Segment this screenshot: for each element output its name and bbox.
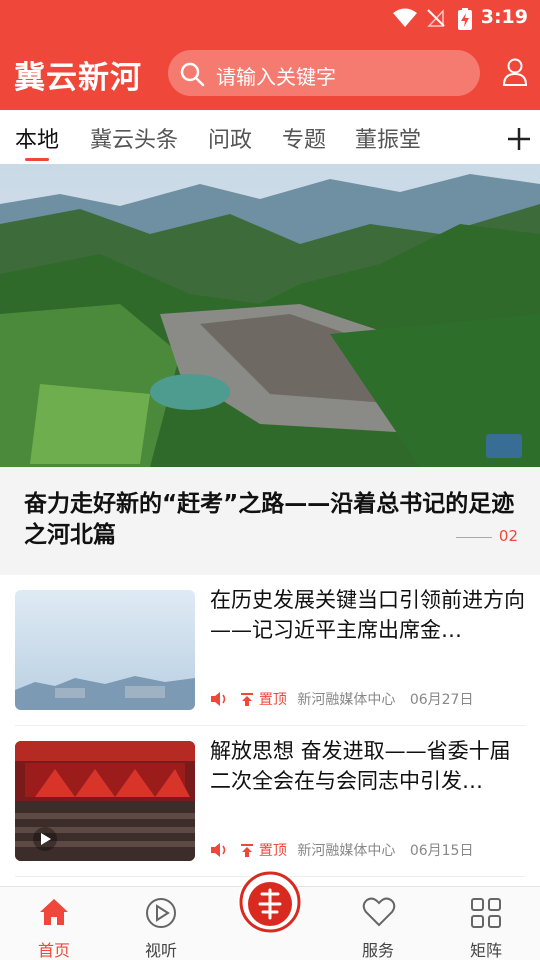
nav-home[interactable]: 首页 bbox=[14, 887, 94, 960]
news-source: 新河融媒体中心 bbox=[297, 843, 396, 859]
search-input[interactable]: 请输入关键字 bbox=[168, 50, 480, 96]
news-title: 解放思想 奋发进取——省委十届二次全会在与会同志中引发… bbox=[210, 739, 511, 793]
pinned-badge: 置顶 bbox=[240, 692, 291, 708]
pager-line bbox=[456, 537, 492, 538]
add-channel-icon[interactable] bbox=[506, 118, 532, 160]
news-thumbnail bbox=[15, 590, 195, 710]
news-meta: 置顶 新河融媒体中心 06月15日 bbox=[210, 840, 473, 862]
news-meta: 置顶 新河融媒体中心 06月27日 bbox=[210, 689, 473, 711]
news-date: 06月15日 bbox=[409, 843, 474, 859]
battery-charging-icon bbox=[458, 8, 472, 34]
tab-local[interactable]: 本地 bbox=[15, 122, 59, 154]
header-bar: 3:19 冀云新河 请输入关键字 bbox=[0, 0, 540, 110]
list-item[interactable]: 解放思想 奋发进取——省委十届二次全会在与会同志中引发… 置顶 新河融媒体中心 … bbox=[0, 726, 540, 877]
tab-inquiry[interactable]: 问政 bbox=[208, 122, 252, 154]
news-date: 06月27日 bbox=[409, 692, 474, 708]
hero-banner-image[interactable] bbox=[0, 164, 540, 467]
tab-topics[interactable]: 专题 bbox=[282, 122, 326, 154]
wifi-icon bbox=[393, 8, 417, 32]
status-time: 3:19 bbox=[480, 6, 528, 28]
speaker-icon[interactable] bbox=[210, 691, 228, 711]
xinhua-watermark-logo bbox=[486, 434, 522, 458]
search-icon bbox=[178, 60, 206, 92]
no-signal-icon bbox=[426, 8, 446, 32]
nav-video[interactable]: 视听 bbox=[121, 887, 201, 960]
channel-tabs: 本地 冀云头条 问政 专题 董振堂 bbox=[0, 110, 540, 164]
list-item[interactable]: 在历史发展关键当口引领前进方向——记习近平主席出席金… 置顶 新河融媒体中心 0… bbox=[0, 575, 540, 726]
home-icon bbox=[38, 897, 70, 931]
pinned-badge: 置顶 bbox=[240, 843, 291, 859]
user-profile-icon[interactable] bbox=[502, 58, 528, 90]
search-placeholder: 请输入关键字 bbox=[216, 65, 336, 89]
center-logo-button[interactable] bbox=[238, 870, 302, 934]
tab-headlines[interactable]: 冀云头条 bbox=[90, 122, 178, 154]
xinhe-logo-icon bbox=[239, 871, 301, 933]
grid-icon bbox=[470, 897, 502, 933]
hero-page-indicator: 02 bbox=[498, 527, 518, 545]
status-bar: 3:19 bbox=[0, 0, 540, 36]
news-title: 在历史发展关键当口引领前进方向——记习近平主席出席金… bbox=[210, 588, 525, 642]
active-tab-indicator bbox=[25, 158, 49, 161]
nav-services[interactable]: 服务 bbox=[338, 887, 418, 960]
speaker-icon[interactable] bbox=[210, 842, 228, 862]
news-thumbnail bbox=[15, 741, 195, 861]
play-circle-icon bbox=[145, 897, 177, 933]
news-source: 新河融媒体中心 bbox=[297, 692, 396, 708]
hero-caption[interactable]: 奋力走好新的“赶考”之路——沿着总书记的足迹之河北篇 02 bbox=[0, 467, 540, 575]
nav-matrix[interactable]: 矩阵 bbox=[446, 887, 526, 960]
tab-dong-zhentang[interactable]: 董振堂 bbox=[355, 122, 421, 154]
app-title: 冀云新河 bbox=[14, 60, 142, 96]
heart-icon bbox=[362, 897, 396, 931]
hero-title: 奋力走好新的“赶考”之路——沿着总书记的足迹之河北篇 bbox=[24, 491, 515, 548]
